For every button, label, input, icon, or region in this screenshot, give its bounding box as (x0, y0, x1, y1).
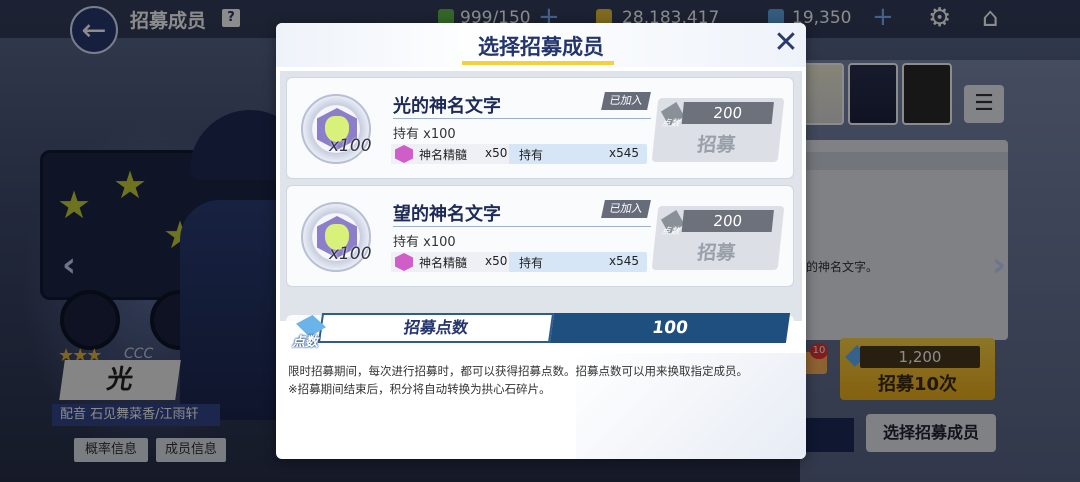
list-item: x100 望的神名文字 已加入 持有 x100 神名精髓 x50 持有 x545… (286, 185, 794, 287)
points-icon-label: 点数 (292, 335, 319, 350)
essence-row: 神名精髓 x50 持有 x545 (391, 144, 647, 164)
essence-qty: x50 (485, 254, 508, 268)
item-count: x100 (329, 244, 372, 264)
owned-count: 持有 x100 (393, 127, 456, 142)
recruit-note: 限时招募期间，每次进行招募时，都可以获得招募点数。招募点数可以用来换取指定成员。 (288, 364, 748, 378)
recruit-points-value: 100 (549, 313, 791, 343)
item-name: 望的神名文字 (393, 204, 501, 225)
essence-icon (395, 253, 413, 271)
dialog-title: 选择招募成员 (478, 35, 604, 59)
have-label: 持有 (519, 148, 544, 162)
recruit-points-label: 招募点数 (317, 313, 555, 343)
status-badge: 已加入 (601, 200, 651, 218)
title-underline (462, 61, 614, 65)
item-count: x100 (329, 136, 372, 156)
status-badge: 已加入 (601, 92, 651, 110)
item-name: 光的神名文字 (393, 96, 501, 117)
essence-label: 神名精髓 (419, 148, 468, 162)
divider (393, 118, 651, 119)
have-qty: x545 (608, 146, 639, 160)
member-list[interactable]: x100 光的神名文字 已加入 持有 x100 神名精髓 x50 持有 x545… (280, 71, 802, 321)
points-icon-label: 点数 (661, 119, 681, 129)
recruit-button-label: 招募 (696, 134, 737, 156)
recruit-button[interactable]: 点数 200 招募 (651, 206, 785, 270)
recruit-points-row: 招募点数 100 点数 (290, 313, 791, 350)
have-qty: x545 (608, 254, 639, 268)
recruit-cost: 200 (681, 102, 774, 124)
list-item: x100 光的神名文字 已加入 持有 x100 神名精髓 x50 持有 x545… (286, 77, 794, 179)
owned-count: 持有 x100 (393, 235, 456, 250)
select-recruit-member-dialog: 选择招募成员 ✕ x100 光的神名文字 已加入 持有 x100 神名精髓 x5… (276, 23, 806, 459)
recruit-cost: 200 (681, 210, 774, 232)
close-icon[interactable]: ✕ (770, 27, 802, 59)
points-icon: 点数 (290, 313, 334, 353)
have-label: 持有 (519, 256, 544, 270)
essence-row: 神名精髓 x50 持有 x545 (391, 252, 647, 272)
essence-label: 神名精髓 (419, 256, 468, 270)
recruit-button[interactable]: 点数 200 招募 (651, 98, 785, 162)
essence-icon (395, 145, 413, 163)
dialog-header: 选择招募成员 ✕ (276, 23, 806, 67)
essence-qty: x50 (485, 146, 508, 160)
divider (393, 226, 651, 227)
recruit-button-label: 招募 (696, 242, 737, 264)
points-icon-label: 点数 (661, 227, 681, 237)
recruit-note: ※招募期间结束后，积分将自动转换为拱心石碎片。 (288, 382, 551, 396)
